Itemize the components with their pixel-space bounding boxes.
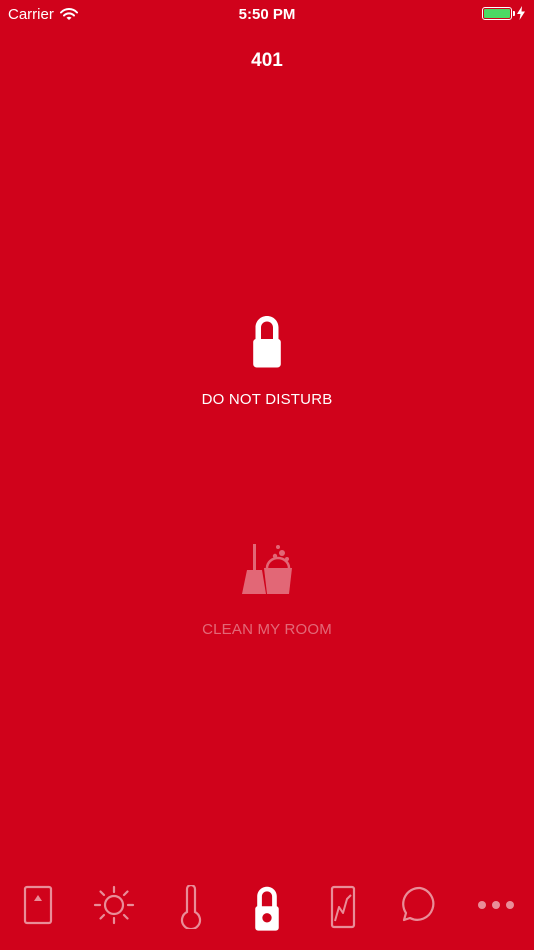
status-bar: Carrier 5:50 PM [0, 0, 534, 28]
tab-bar [0, 885, 534, 945]
door-hanger-icon [255, 886, 279, 931]
chat-bubble-icon [401, 886, 434, 922]
do-not-disturb-button[interactable]: DO NOT DISTURB [0, 314, 534, 408]
battery-fill [484, 8, 510, 18]
more-icon [477, 901, 514, 909]
thermometer-icon [180, 885, 201, 929]
curtain-icon [331, 885, 356, 929]
room-number: 401 [251, 50, 283, 71]
tab-temperature[interactable] [163, 885, 219, 943]
tab-curtains[interactable] [315, 885, 371, 943]
tab-do-not-disturb[interactable] [239, 885, 295, 943]
sun-icon [94, 885, 135, 925]
battery-icon [482, 6, 515, 20]
charging-bolt-icon [517, 6, 525, 20]
battery-indicator [482, 6, 526, 20]
status-time: 5:50 PM [238, 6, 296, 23]
tab-more[interactable] [468, 885, 524, 943]
clean-my-room-label: CLEAN MY ROOM [202, 621, 332, 638]
tab-lighting[interactable] [86, 885, 142, 943]
tab-chat[interactable] [392, 885, 448, 943]
tab-door-key[interactable] [10, 885, 66, 943]
do-not-disturb-label: DO NOT DISTURB [201, 391, 333, 408]
cleaning-bucket-icon [242, 544, 292, 594]
door-key-icon [24, 885, 53, 925]
clean-my-room-button[interactable]: CLEAN MY ROOM [0, 542, 534, 638]
door-hanger-icon [253, 316, 281, 368]
